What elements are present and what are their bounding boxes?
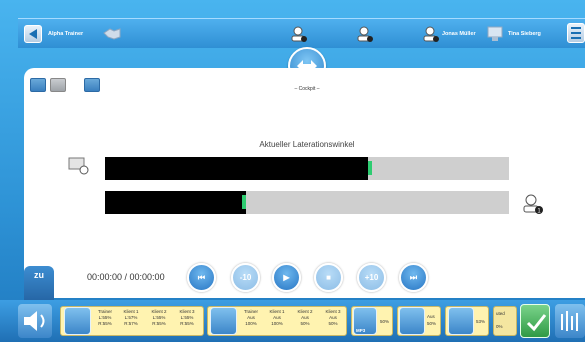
microphone-button[interactable] — [210, 307, 237, 335]
lateration-bar-fill — [105, 157, 368, 180]
view-swap-button[interactable] — [84, 78, 100, 92]
mic-col-trainer: Trainer Aus 100% — [243, 309, 259, 326]
user-headset-icon[interactable] — [422, 25, 440, 43]
input-percent: 53% — [476, 319, 486, 324]
stop-button[interactable]: ■ — [314, 263, 343, 292]
lateration-bar-trainer — [105, 157, 509, 180]
volume-col-trainer: Trainer L:55% R:55% — [97, 309, 113, 326]
zu-label: zu — [34, 270, 44, 280]
lateration-bar-fill — [105, 191, 247, 214]
trainer-label: Alpha Trainer — [48, 31, 84, 37]
equalizer-icon — [561, 311, 578, 331]
top-bar: Alpha Trainer Jonas Müller Tina Sieberg — [18, 18, 585, 48]
content-panel — [24, 68, 585, 298]
handshake-icon — [103, 28, 121, 40]
confirm-button[interactable] — [520, 304, 550, 338]
view-grid-button[interactable] — [50, 78, 66, 92]
mic-col-klient2: Klient 2 Aus 50% — [297, 309, 313, 326]
volume-col-klient3: Klient 3 L:55% R:55% — [179, 309, 195, 326]
master-speaker-button[interactable] — [18, 304, 52, 338]
user-name-1: Jonas Müller — [442, 31, 476, 37]
volume-col-klient1: Klient 1 L:57% R:57% — [123, 309, 139, 326]
lateration-title: Aktueller Laterationswinkel — [259, 140, 355, 149]
time-display: 00:00:00 / 00:00:00 — [87, 272, 165, 282]
volume-col-klient2: Klient 2 L:55% R:55% — [151, 309, 167, 326]
user-name-2: Tina Sieberg — [508, 31, 541, 37]
back-button[interactable] — [24, 25, 42, 43]
speaker-icon — [24, 311, 45, 331]
aux-label: Aus — [427, 314, 435, 319]
view-single-button[interactable] — [30, 78, 46, 92]
client-headset-icon: 1 — [523, 194, 543, 215]
monitor-icon[interactable] — [486, 25, 504, 43]
user-headset-icon[interactable] — [356, 25, 374, 43]
headphones-volume-button[interactable] — [64, 307, 91, 335]
equalizer-button[interactable] — [555, 304, 585, 338]
mic-col-klient1: Klient 1 Aus 100% — [269, 309, 285, 326]
lateration-marker — [367, 161, 372, 175]
rewind-10-button[interactable]: -10 — [231, 263, 260, 292]
play-button[interactable]: ▶ — [272, 263, 301, 292]
skip-back-button[interactable]: ⏮ — [187, 263, 216, 292]
check-icon — [526, 314, 547, 332]
mp3-percent: 50% — [380, 319, 390, 324]
aux-sound-button[interactable] — [399, 307, 425, 335]
forward-10-button[interactable]: +10 — [357, 263, 386, 292]
menu-button[interactable] — [567, 23, 585, 43]
mute-label: uted — [496, 311, 505, 316]
cockpit-label: – Cockpit – — [294, 86, 320, 92]
user-headset-icon[interactable] — [290, 25, 308, 43]
lateration-marker — [242, 195, 247, 209]
lateration-bar-client — [105, 191, 509, 214]
mic-col-klient3: Klient 3 Aus 50% — [325, 309, 341, 326]
skip-forward-button[interactable]: ⏭ — [399, 263, 428, 292]
mp3-badge: MP3 — [356, 328, 366, 333]
mp3-button[interactable]: MP3 — [353, 307, 377, 335]
aux-percent: 50% — [427, 321, 437, 326]
input-button[interactable] — [448, 307, 474, 335]
mute-percent: 0% — [496, 324, 503, 329]
trainer-monitor-icon — [68, 157, 89, 175]
